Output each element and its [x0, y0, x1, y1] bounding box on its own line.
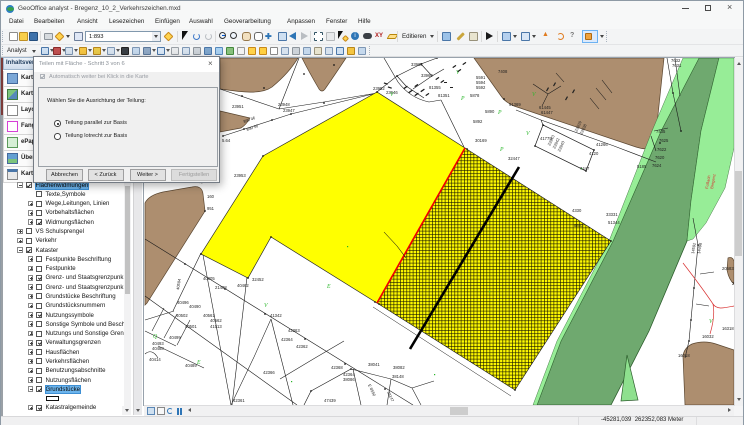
- svg-text:5892: 5892: [473, 119, 483, 124]
- svg-text:23951: 23951: [232, 104, 244, 109]
- svg-text:7435: 7435: [656, 129, 666, 134]
- svg-text:40462: 40462: [237, 283, 249, 288]
- svg-text:32452: 32452: [252, 277, 264, 282]
- svg-text:7447: 7447: [580, 166, 590, 171]
- svg-text:40499: 40499: [169, 335, 181, 340]
- svg-text:41513: 41513: [210, 324, 222, 329]
- svg-text:42361: 42361: [233, 398, 245, 403]
- svg-text:20583: 20583: [722, 266, 734, 271]
- svg-text:21408: 21408: [215, 285, 227, 290]
- svg-text:160: 160: [207, 194, 215, 199]
- svg-text:7620: 7620: [655, 155, 665, 160]
- svg-text:51344: 51344: [608, 220, 620, 225]
- svg-text:33960: 33960: [421, 73, 433, 78]
- svg-text:40562: 40562: [210, 318, 222, 323]
- svg-text:33963: 33963: [411, 62, 423, 67]
- svg-text:40502: 40502: [176, 313, 188, 318]
- svg-text:23947: 23947: [283, 108, 295, 113]
- svg-text:4330: 4330: [572, 208, 582, 213]
- svg-text:42362: 42362: [296, 344, 308, 349]
- svg-text:38041: 38041: [368, 362, 380, 367]
- svg-text:91369: 91369: [509, 102, 521, 107]
- svg-text:41342: 41342: [270, 313, 282, 318]
- svg-text:42366: 42366: [263, 370, 275, 375]
- svg-text:81355: 81355: [429, 85, 441, 90]
- svg-text:E: E: [326, 284, 331, 290]
- svg-text:7622: 7622: [657, 147, 667, 152]
- svg-text:47439: 47439: [324, 398, 336, 403]
- svg-text:P: P: [499, 147, 504, 153]
- svg-text:38086: 38086: [343, 377, 355, 382]
- svg-text:40488: 40488: [152, 346, 164, 351]
- svg-text:40490: 40490: [189, 304, 201, 309]
- svg-text:23952: 23952: [373, 86, 385, 91]
- svg-text:P: P: [497, 110, 502, 116]
- svg-text:16318: 16318: [722, 326, 734, 331]
- svg-text:32447: 32447: [508, 156, 520, 161]
- svg-text:16018: 16018: [678, 353, 690, 358]
- svg-text:5185: 5185: [637, 164, 647, 169]
- svg-text:5592: 5592: [476, 85, 486, 90]
- svg-text:5.64: 5.64: [222, 138, 231, 143]
- svg-text:7625: 7625: [659, 138, 669, 143]
- svg-text:81351: 81351: [438, 93, 450, 98]
- svg-text:38082: 38082: [393, 365, 405, 370]
- svg-text:5878: 5878: [470, 93, 480, 98]
- svg-text:5890: 5890: [485, 109, 495, 114]
- svg-text:7624: 7624: [652, 163, 662, 168]
- svg-text:38148: 38148: [392, 374, 404, 379]
- svg-text:23953: 23953: [234, 173, 246, 178]
- svg-text:20993: 20993: [732, 281, 734, 286]
- svg-text:8883: 8883: [574, 223, 584, 228]
- svg-text:40496: 40496: [177, 300, 189, 305]
- svg-text:40805: 40805: [203, 276, 215, 281]
- svg-text:42364: 42364: [281, 337, 293, 342]
- svg-text:7408: 7408: [498, 69, 508, 74]
- svg-text:30169: 30169: [475, 138, 487, 143]
- svg-text:951: 951: [207, 206, 215, 211]
- svg-text:P: P: [460, 96, 465, 102]
- svg-text:42363: 42363: [288, 328, 300, 333]
- svg-text:4120: 4120: [589, 151, 599, 156]
- svg-text:41266: 41266: [596, 142, 608, 147]
- svg-text:61447: 61447: [541, 110, 553, 115]
- svg-text:7631: 7631: [672, 63, 682, 68]
- svg-text:16032: 16032: [702, 334, 714, 339]
- svg-text:42368: 42368: [331, 365, 343, 370]
- svg-text:33331: 33331: [606, 212, 618, 217]
- svg-text:40414: 40414: [149, 357, 161, 362]
- svg-text:23948: 23948: [278, 102, 290, 107]
